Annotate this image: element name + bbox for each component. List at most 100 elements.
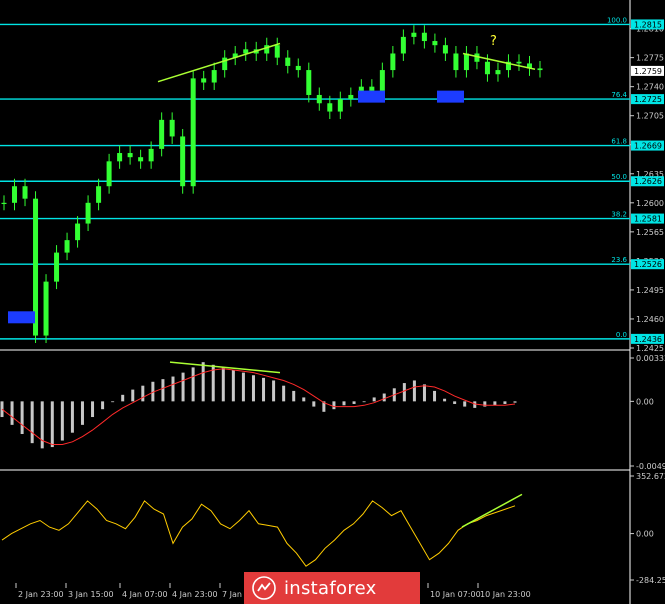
fib-level-label: 50.0 bbox=[611, 173, 627, 181]
candle-body bbox=[243, 49, 249, 54]
macd-bar bbox=[70, 401, 74, 433]
question-mark: ? bbox=[490, 34, 497, 49]
price-tick-label: 1.2425 bbox=[636, 344, 664, 353]
cci-line bbox=[1, 500, 516, 567]
macd-bar bbox=[292, 390, 296, 402]
fib-price-label: 1.2526 bbox=[634, 260, 662, 269]
current-price-label: 1.2759 bbox=[634, 67, 662, 76]
candle-body bbox=[537, 68, 543, 71]
price-tick-label: 1.2460 bbox=[636, 315, 664, 324]
candle-body bbox=[453, 53, 459, 71]
candle-body bbox=[12, 186, 18, 203]
fib-level-label: 76.4 bbox=[611, 91, 627, 99]
instaforex-logo-icon bbox=[252, 576, 276, 600]
time-tick-label: 10 Jan 07:00 bbox=[430, 590, 481, 599]
candle-body bbox=[316, 94, 322, 104]
macd-bar bbox=[342, 401, 346, 406]
macd-bar bbox=[201, 362, 205, 402]
candle-body bbox=[421, 32, 427, 42]
macd-bar bbox=[332, 401, 336, 410]
price-tick-label: 1.2705 bbox=[636, 112, 664, 121]
fib-price-label: 1.2815 bbox=[634, 20, 662, 29]
macd-panel bbox=[0, 361, 517, 449]
candle-body bbox=[348, 94, 354, 100]
price-tick-label: 1.2600 bbox=[636, 199, 664, 208]
macd-bar bbox=[402, 383, 406, 402]
macd-bar bbox=[111, 401, 115, 403]
macd-bar bbox=[272, 380, 276, 402]
fib-level-label: 61.8 bbox=[611, 138, 627, 146]
time-tick-label: 3 Jan 15:00 bbox=[68, 590, 114, 599]
macd-bar bbox=[453, 401, 457, 404]
candle-body bbox=[159, 119, 165, 149]
candle-body bbox=[96, 186, 102, 203]
candle-body bbox=[106, 161, 112, 187]
macd-trend-line bbox=[169, 361, 281, 374]
price-tick-label: 1.2565 bbox=[636, 228, 664, 237]
time-tick-label: 4 Jan 23:00 bbox=[172, 590, 218, 599]
candle-body bbox=[484, 61, 490, 75]
macd-bar bbox=[30, 401, 34, 444]
price-trend-line bbox=[462, 52, 536, 70]
candle-body bbox=[411, 32, 417, 37]
candle-body bbox=[442, 45, 448, 54]
candle-body bbox=[127, 153, 133, 158]
macd-bar bbox=[302, 397, 306, 402]
candle-body bbox=[379, 70, 385, 91]
fib-price-label: 1.2626 bbox=[634, 177, 662, 186]
macd-bar bbox=[513, 401, 517, 403]
cci-panel bbox=[1, 493, 523, 567]
price-tick-label: 1.2495 bbox=[636, 286, 664, 295]
price-panel: 100.0 76.4 61.8 50.0 38.2 23.6 0.0? bbox=[0, 0, 631, 604]
candle-body bbox=[22, 186, 28, 199]
cci-tick-label: 0.00 bbox=[636, 530, 654, 539]
time-tick-label: 7 Jan bbox=[222, 590, 242, 599]
macd-bar bbox=[503, 401, 507, 404]
candle-body bbox=[85, 202, 91, 224]
macd-tick-label: 0.00 bbox=[636, 397, 654, 406]
candle-body bbox=[117, 153, 123, 162]
macd-bar bbox=[262, 377, 266, 402]
candle-body bbox=[211, 70, 217, 83]
instaforex-watermark: instaforex bbox=[244, 572, 420, 604]
support-box bbox=[8, 311, 35, 324]
candle-body bbox=[295, 65, 301, 71]
candle-body bbox=[327, 103, 333, 112]
candle-body bbox=[64, 240, 70, 253]
macd-bar bbox=[282, 385, 286, 402]
macd-bar bbox=[312, 401, 316, 407]
candle-body bbox=[169, 119, 175, 137]
watermark-brand: instaforex bbox=[284, 577, 377, 599]
time-tick-label: 4 Jan 07:00 bbox=[122, 590, 168, 599]
macd-tick-label: 0.00332 bbox=[636, 354, 665, 363]
candle-body bbox=[54, 252, 60, 282]
time-tick-label: 10 Jan 23:00 bbox=[480, 590, 531, 599]
candle-body bbox=[390, 53, 396, 71]
macd-bar bbox=[10, 401, 14, 425]
macd-bar bbox=[463, 401, 467, 407]
candle-body bbox=[306, 70, 312, 95]
fib-price-label: 1.2436 bbox=[634, 335, 662, 344]
support-box bbox=[358, 90, 385, 103]
candle-body bbox=[369, 86, 375, 91]
candle-body bbox=[43, 281, 49, 336]
macd-bar bbox=[60, 401, 64, 441]
macd-tick-label: -0.00495 bbox=[636, 462, 665, 471]
macd-bar bbox=[141, 385, 145, 402]
macd-bar bbox=[372, 397, 376, 402]
fib-level-label: 100.0 bbox=[607, 16, 627, 24]
candle-body bbox=[180, 136, 186, 187]
macd-bar bbox=[20, 401, 24, 435]
candle-body bbox=[190, 78, 196, 187]
macd-bar bbox=[251, 375, 255, 402]
fib-level-label: 38.2 bbox=[611, 211, 627, 219]
price-tick-label: 1.2775 bbox=[636, 54, 664, 63]
candle-body bbox=[495, 70, 501, 75]
price-axis: 1.28101.27751.27401.27051.26701.26351.26… bbox=[630, 19, 665, 585]
candle-body bbox=[432, 41, 438, 46]
candle-body bbox=[201, 78, 207, 83]
candle-body bbox=[400, 36, 406, 54]
macd-bar bbox=[121, 394, 125, 402]
candle-body bbox=[138, 157, 144, 162]
macd-bar bbox=[382, 393, 386, 402]
